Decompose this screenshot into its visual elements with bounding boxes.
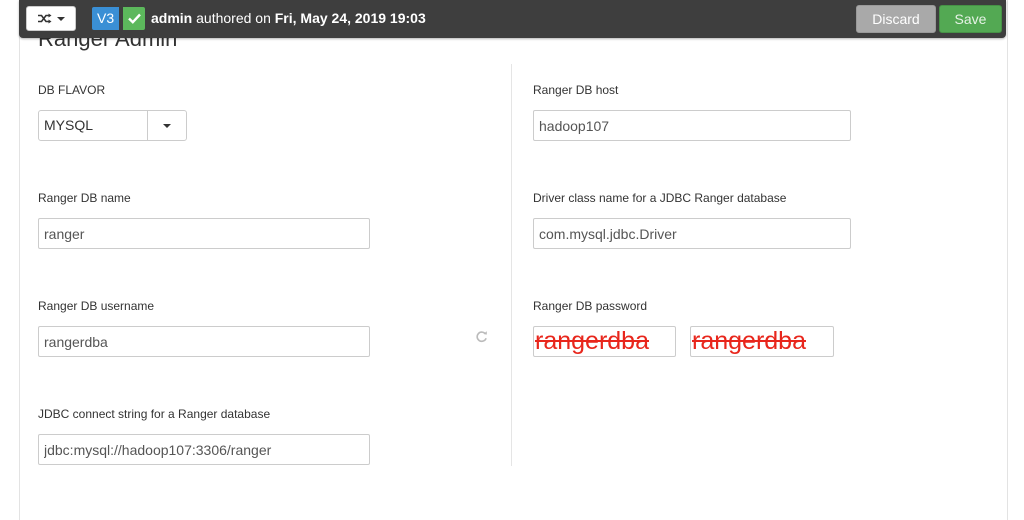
db-name-input[interactable] — [38, 218, 370, 249]
db-name-label: Ranger DB name — [38, 191, 131, 205]
db-username-label: Ranger DB username — [38, 299, 155, 313]
db-password-input[interactable]: rangerdba — [533, 326, 676, 357]
db-flavor-value: MYSQL — [44, 117, 94, 133]
refresh-icon[interactable] — [475, 330, 488, 343]
authored-text: authored on — [192, 10, 275, 26]
discard-button[interactable]: Discard — [856, 5, 936, 33]
db-flavor-select[interactable]: MYSQL — [38, 110, 187, 141]
db-password-label: Ranger DB password — [533, 299, 648, 313]
jdbc-string-label: JDBC connect string for a Ranger databas… — [38, 407, 271, 421]
db-username-input[interactable] — [38, 326, 370, 357]
jdbc-string-input[interactable] — [38, 434, 370, 465]
driver-class-label: Driver class name for a JDBC Ranger data… — [533, 191, 787, 205]
db-flavor-toggle[interactable] — [147, 111, 186, 140]
authored-info: admin authored on Fri, May 24, 2019 19:0… — [151, 9, 426, 27]
version-toolbar: V3 admin authored on Fri, May 24, 2019 1… — [19, 0, 1006, 38]
save-button[interactable]: Save — [939, 5, 1002, 33]
check-icon — [123, 7, 145, 30]
db-flavor-label: DB FLAVOR — [38, 83, 106, 97]
chevron-down-icon — [56, 16, 65, 21]
caret-down-icon — [163, 123, 171, 128]
shuffle-icon — [37, 13, 51, 24]
authored-date: Fri, May 24, 2019 19:03 — [274, 10, 426, 26]
compare-versions-button[interactable] — [26, 6, 76, 31]
db-host-label: Ranger DB host — [533, 83, 619, 97]
db-host-input[interactable] — [533, 110, 851, 141]
db-password-confirm-input[interactable]: rangerdba — [690, 326, 834, 357]
driver-class-input[interactable] — [533, 218, 851, 249]
author-name: admin — [151, 10, 193, 26]
column-divider — [511, 64, 512, 466]
version-badge[interactable]: V3 — [92, 7, 120, 30]
